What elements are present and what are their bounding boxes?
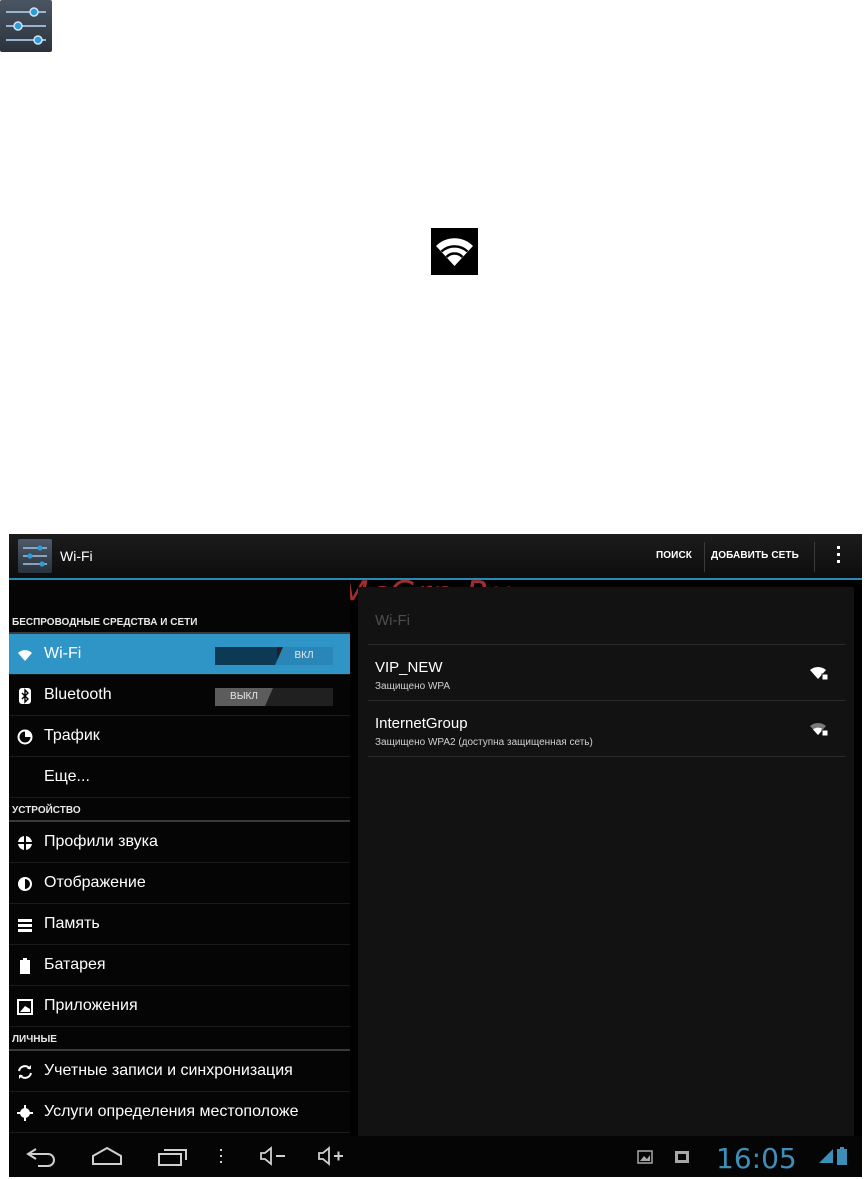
settings-app-icon[interactable] (18, 539, 52, 573)
add-network-button[interactable]: ДОБАВИТЬ СЕТЬ (711, 550, 799, 561)
page-title: Wi-Fi (60, 548, 93, 564)
menu-item-sound-profiles[interactable]: Профили звука (9, 822, 350, 863)
recent-apps-icon[interactable] (156, 1144, 190, 1168)
wifi-toggle[interactable]: ВКЛ (215, 647, 333, 665)
overflow-menu-icon[interactable] (835, 546, 841, 568)
volume-down-icon[interactable] (257, 1144, 291, 1168)
battery-status-icon (837, 1147, 847, 1165)
bluetooth-toggle[interactable]: ВЫКЛ (215, 688, 333, 706)
search-button[interactable]: ПОИСК (656, 550, 692, 561)
network-item[interactable]: InternetGroup Защищено WPA2 (доступна за… (368, 701, 846, 757)
menu-item-display[interactable]: Отображение (9, 863, 350, 904)
battery-icon (20, 958, 30, 974)
back-icon[interactable] (24, 1144, 58, 1168)
sound-profiles-icon (17, 835, 33, 851)
clock: 16:05 (716, 1142, 797, 1175)
section-header-personal: ЛИЧНЫЕ (9, 1027, 350, 1051)
menu-item-location[interactable]: Услуги определения местоположе (9, 1092, 350, 1133)
menu-item-apps[interactable]: Приложения (9, 986, 350, 1027)
volume-up-icon[interactable] (315, 1144, 349, 1168)
menu-item-bluetooth[interactable]: Bluetooth ВЫКЛ (9, 675, 350, 716)
wifi-signal-locked-icon (810, 666, 828, 681)
network-item[interactable]: VIP_NEW Защищено WPA (368, 645, 846, 701)
pane-title: Wi-Fi (375, 612, 410, 629)
gallery-notification-icon[interactable] (637, 1150, 653, 1164)
section-header-wireless: БЕСПРОВОДНЫЕ СРЕДСТВА И СЕТИ (9, 610, 350, 634)
network-security: Защищено WPA (375, 681, 450, 692)
media-notification-icon[interactable] (674, 1150, 690, 1164)
menu-item-wifi[interactable]: Wi-Fi ВКЛ (9, 634, 350, 675)
wifi-signal-locked-icon (810, 722, 828, 737)
wifi-icon (18, 650, 32, 661)
storage-icon (18, 919, 32, 932)
location-icon (17, 1105, 33, 1121)
data-usage-icon (17, 729, 33, 745)
settings-categories: БЕСПРОВОДНЫЕ СРЕДСТВА И СЕТИ Wi-Fi ВКЛ B… (9, 580, 350, 1136)
menu-dots-icon[interactable] (214, 1144, 228, 1168)
menu-item-memory[interactable]: Память (9, 904, 350, 945)
menu-item-battery[interactable]: Батарея (9, 945, 350, 986)
brightness-icon (18, 877, 32, 891)
tablet-screen: Wi-Fi ПОИСК ДОБАВИТЬ СЕТЬ McGrp.Ru БЕСПР… (9, 534, 862, 1177)
apps-icon (17, 999, 33, 1015)
action-divider (814, 542, 815, 572)
system-bar: 16:05 (9, 1136, 862, 1177)
action-divider (704, 542, 705, 572)
menu-item-accounts-sync[interactable]: Учетные записи и синхронизация (9, 1051, 350, 1092)
menu-item-more[interactable]: Еще... (9, 757, 350, 798)
signal-icon (819, 1149, 833, 1163)
wifi-details-pane: Wi-Fi VIP_NEW Защищено WPA InternetGroup… (358, 587, 854, 1136)
menu-item-traffic[interactable]: Трафик (9, 716, 350, 757)
network-name: InternetGroup (375, 715, 468, 732)
wifi-icon (431, 228, 478, 275)
sync-icon (18, 1065, 32, 1079)
home-icon[interactable] (90, 1144, 124, 1168)
settings-sliders-icon (0, 0, 52, 52)
network-security: Защищено WPA2 (доступна защищенная сеть) (375, 737, 593, 748)
network-name: VIP_NEW (375, 659, 443, 676)
bluetooth-icon (19, 688, 31, 704)
section-header-device: УСТРОЙСТВО (9, 798, 350, 822)
